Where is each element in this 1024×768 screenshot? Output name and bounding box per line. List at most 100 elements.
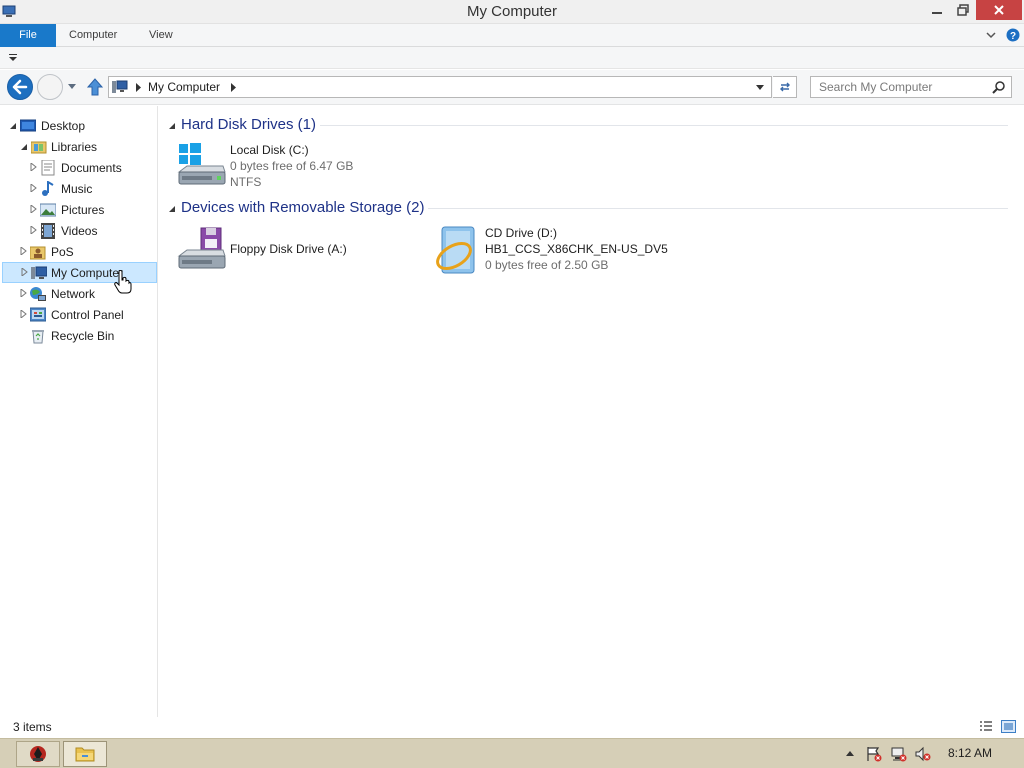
tree-item-label: Recycle Bin	[51, 329, 115, 343]
up-arrow-icon[interactable]	[86, 77, 104, 97]
network-status-icon[interactable]	[891, 746, 907, 762]
tree-item-videos[interactable]: Videos	[0, 221, 156, 241]
group-header-label: Devices with Removable Storage (2)	[181, 199, 425, 216]
address-bar[interactable]: My Computer	[108, 76, 772, 98]
drive-name: Local Disk (C:)	[230, 143, 309, 157]
drive-free-space: 0 bytes free of 2.50 GB	[485, 258, 609, 272]
start-button[interactable]	[16, 741, 60, 767]
drive-name: Floppy Disk Drive (A:)	[230, 242, 347, 256]
minimize-icon	[931, 12, 942, 14]
taskbar-file-explorer-button[interactable]	[63, 741, 107, 767]
tab-file[interactable]: File	[0, 24, 56, 47]
chevron-right-icon[interactable]	[231, 83, 237, 92]
drive-volume-label: HB1_CCS_X86CHK_EN-US_DV5	[485, 242, 668, 256]
expand-ribbon-icon[interactable]	[985, 29, 997, 41]
tree-item-recycle-bin[interactable]: Recycle Bin	[0, 326, 156, 346]
hand-cursor-icon	[114, 270, 132, 294]
chevron-down-icon[interactable]	[756, 85, 765, 91]
collapsed-arrow-icon[interactable]	[20, 247, 28, 255]
drive-free-space: 0 bytes free of 6.47 GB	[230, 159, 354, 173]
refresh-icon	[779, 82, 790, 92]
tree-item-label: Libraries	[51, 140, 98, 154]
tree-item-desktop[interactable]: Desktop	[0, 116, 156, 136]
item-count: 3 items	[13, 720, 52, 734]
collapse-group-icon[interactable]	[168, 205, 176, 213]
group-header-label: Hard Disk Drives (1)	[181, 116, 317, 133]
collapsed-arrow-icon[interactable]	[30, 226, 38, 234]
tree-item-pictures[interactable]: Pictures	[0, 200, 156, 220]
tree-item-label: My Computer	[51, 266, 124, 280]
refresh-button[interactable]	[773, 76, 797, 98]
start-orb-icon	[30, 746, 46, 762]
pictures-icon	[40, 203, 56, 217]
recent-locations-icon[interactable]	[68, 84, 77, 90]
search-icon[interactable]	[992, 80, 1006, 94]
chevron-right-icon[interactable]	[136, 83, 142, 92]
forward-button[interactable]	[37, 74, 63, 100]
collapsed-arrow-icon[interactable]	[30, 163, 38, 171]
customize-toolbar-icon[interactable]	[9, 54, 18, 61]
action-center-icon[interactable]	[866, 746, 882, 762]
drive-tile-floppy-a[interactable]: Floppy Disk Drive (A:)	[177, 226, 417, 280]
search-input[interactable]	[811, 77, 987, 97]
tree-item-documents[interactable]: Documents	[0, 158, 156, 178]
music-icon	[42, 181, 54, 196]
restore-icon	[956, 4, 969, 16]
system-clock[interactable]: 8:12 AM	[948, 746, 992, 760]
close-icon	[994, 5, 1004, 15]
collapse-group-icon[interactable]	[168, 122, 176, 130]
breadcrumb[interactable]: My Computer	[148, 80, 220, 94]
drive-tile-cd-d[interactable]: CD Drive (D:) HB1_CCS_X86CHK_EN-US_DV5 0…	[432, 226, 692, 280]
close-button[interactable]	[976, 0, 1022, 20]
control-panel-icon	[30, 307, 46, 322]
tree-item-pos[interactable]: PoS	[0, 242, 156, 262]
ribbon: File Computer View ?	[0, 24, 1024, 47]
back-button[interactable]	[7, 74, 33, 100]
help-icon[interactable]: ?	[1006, 28, 1020, 42]
content-pane: Hard Disk Drives (1) Local Disk (C:) 0 b…	[160, 106, 1024, 717]
show-hidden-icons-icon[interactable]	[846, 751, 855, 757]
documents-icon	[41, 160, 55, 176]
tree-item-music[interactable]: Music	[0, 179, 156, 199]
collapsed-arrow-icon[interactable]	[21, 268, 29, 276]
tab-view[interactable]: View	[149, 24, 173, 47]
cd-drive-icon	[436, 226, 475, 274]
search-box[interactable]	[810, 76, 1012, 98]
tree-item-my-computer[interactable]: My Computer	[2, 262, 157, 283]
minimize-button[interactable]	[924, 0, 949, 20]
network-icon	[30, 287, 46, 301]
computer-icon	[31, 266, 47, 279]
restore-button[interactable]	[950, 0, 975, 20]
file-explorer-icon	[75, 747, 95, 762]
navigation-pane: Desktop Libraries Documents Music Pictur…	[0, 106, 158, 717]
collapsed-arrow-icon[interactable]	[30, 205, 38, 213]
recycle-bin-icon	[32, 330, 44, 344]
tree-item-libraries[interactable]: Libraries	[0, 137, 156, 157]
user-folder-icon	[30, 246, 46, 260]
tree-item-label: Pictures	[61, 203, 105, 217]
tree-item-network[interactable]: Network	[0, 284, 156, 304]
tree-item-label: Control Panel	[51, 308, 124, 322]
window-title: My Computer	[466, 3, 558, 20]
taskbar: 8:12 AM	[0, 738, 1024, 768]
details-view-icon[interactable]	[979, 720, 993, 733]
tree-item-label: Network	[51, 287, 96, 301]
collapsed-arrow-icon[interactable]	[20, 289, 28, 297]
group-header-removable-storage[interactable]: Devices with Removable Storage (2)	[160, 197, 1016, 219]
volume-muted-icon[interactable]	[915, 746, 931, 762]
collapsed-arrow-icon[interactable]	[20, 310, 28, 318]
tiles-view-icon	[1004, 723, 1013, 730]
title-bar: My Computer	[0, 0, 1024, 24]
tree-item-label: PoS	[51, 245, 74, 259]
tiles-view-button[interactable]	[1001, 720, 1016, 733]
drive-tile-local-disk-c[interactable]: Local Disk (C:) 0 bytes free of 6.47 GB …	[177, 142, 417, 196]
tab-computer[interactable]: Computer	[69, 24, 117, 47]
collapsed-arrow-icon[interactable]	[30, 184, 38, 192]
expanded-arrow-icon[interactable]	[20, 143, 28, 151]
tree-item-control-panel[interactable]: Control Panel	[0, 305, 156, 325]
drive-name: CD Drive (D:)	[485, 226, 557, 240]
navigation-bar: My Computer	[0, 70, 1024, 105]
group-header-hard-disk-drives[interactable]: Hard Disk Drives (1)	[160, 114, 1016, 136]
tree-item-label: Videos	[61, 224, 98, 238]
expanded-arrow-icon[interactable]	[9, 122, 17, 130]
